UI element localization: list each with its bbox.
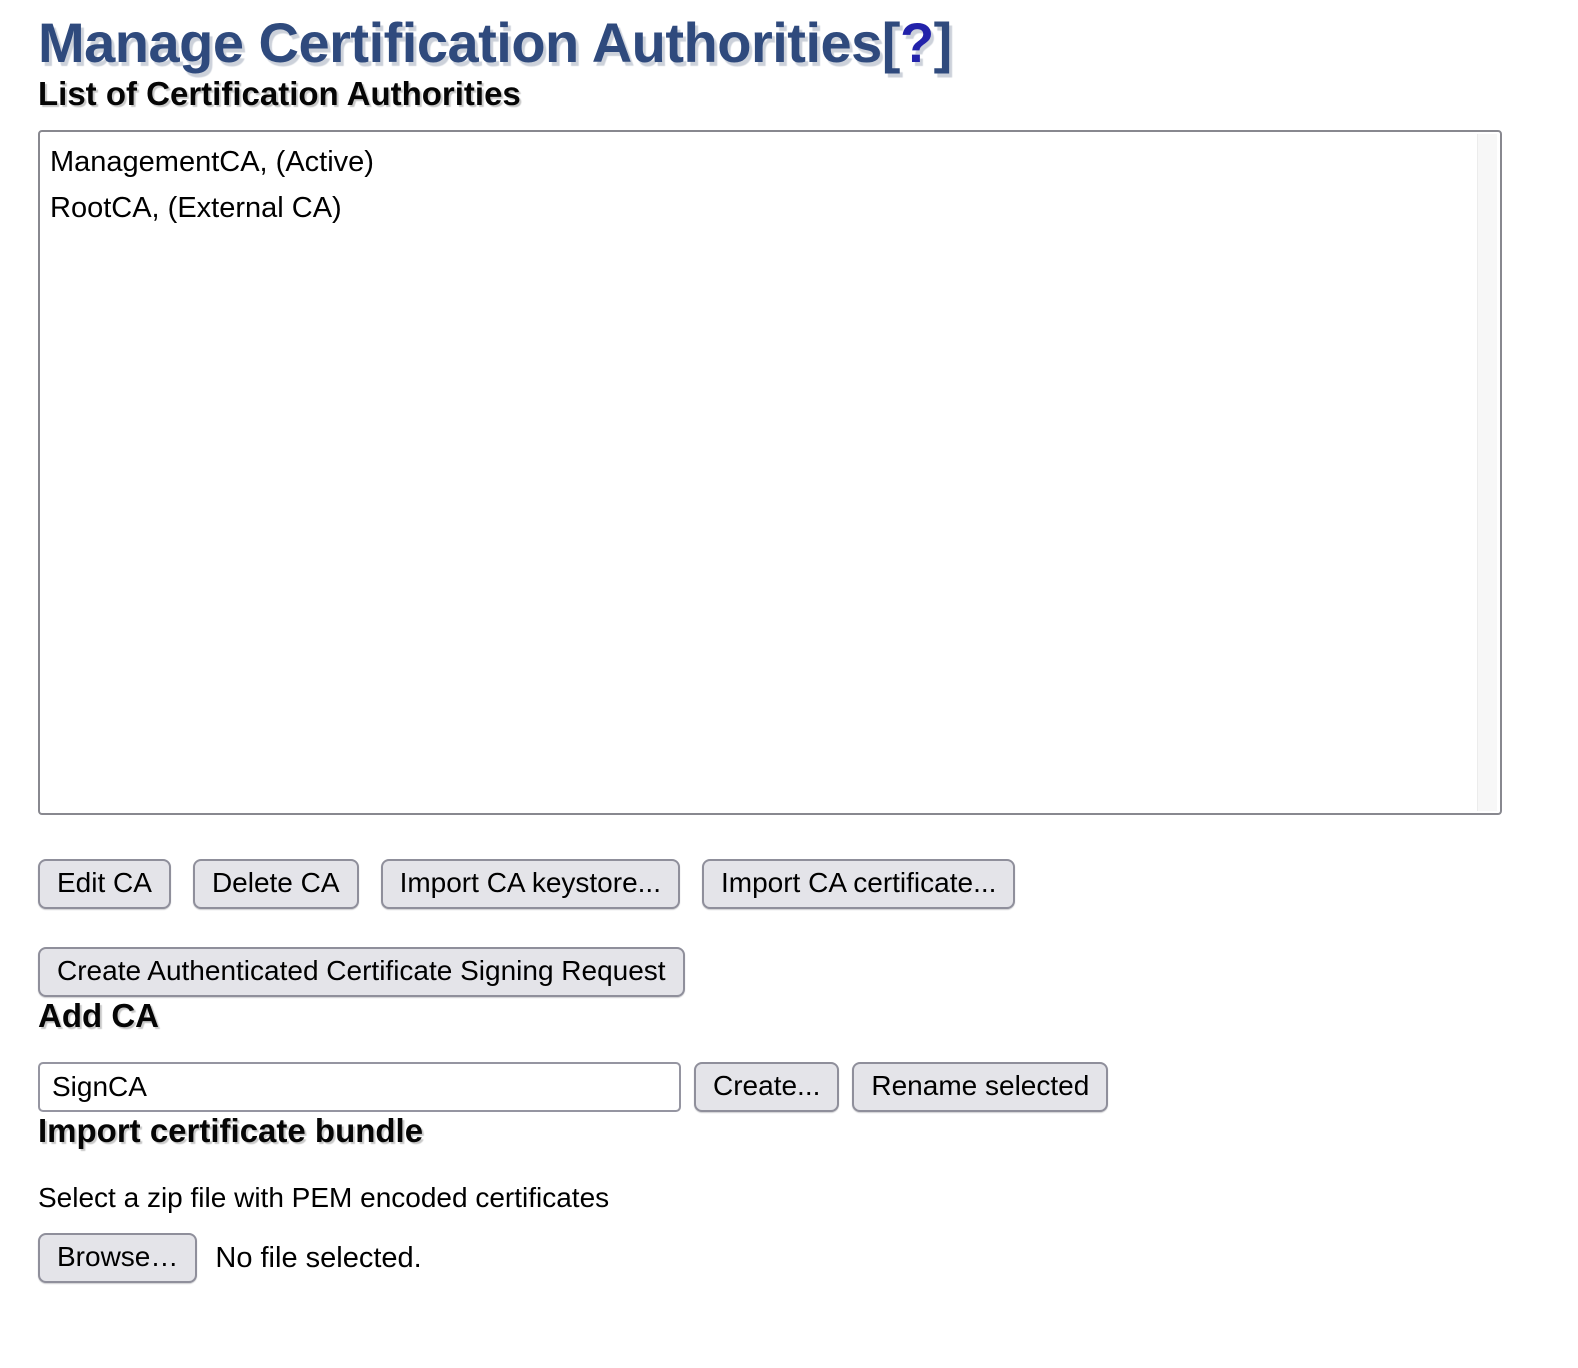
bundle-description: Select a zip file with PEM encoded certi… xyxy=(38,1181,1502,1215)
manage-ca-page: Manage Certification Authorities[?] List… xyxy=(0,0,1578,1368)
listbox-scrollbar-track[interactable] xyxy=(1477,134,1497,811)
help-open-bracket: [ xyxy=(882,11,900,74)
ca-listbox[interactable]: ManagementCA, (Active) RootCA, (External… xyxy=(38,130,1502,815)
create-csr-button[interactable]: Create Authenticated Certificate Signing… xyxy=(38,947,685,997)
bundle-file-row: Browse… No file selected. xyxy=(38,1233,1502,1283)
ca-action-buttons: Edit CA Delete CA Import CA keystore... … xyxy=(38,859,1502,909)
rename-selected-button[interactable]: Rename selected xyxy=(852,1062,1108,1112)
ca-option-rootca[interactable]: RootCA, (External CA) xyxy=(40,185,1470,231)
help-close-bracket: ] xyxy=(934,11,952,74)
help-link[interactable]: ? xyxy=(900,11,934,74)
import-ca-keystore-button[interactable]: Import CA keystore... xyxy=(381,859,680,909)
add-ca-heading: Add CA xyxy=(38,997,1502,1035)
page-title: Manage Certification Authorities[?] xyxy=(38,10,1502,75)
import-bundle-heading: Import certificate bundle xyxy=(38,1112,1502,1150)
page-title-text: Manage Certification Authorities xyxy=(38,11,882,74)
delete-ca-button[interactable]: Delete CA xyxy=(193,859,359,909)
add-ca-row: Create... Rename selected xyxy=(38,1062,1502,1112)
csr-row: Create Authenticated Certificate Signing… xyxy=(38,947,1502,997)
ca-name-input[interactable] xyxy=(38,1062,681,1112)
file-status-text: No file selected. xyxy=(215,1242,421,1275)
ca-option-managementca[interactable]: ManagementCA, (Active) xyxy=(40,139,1470,185)
ca-list-heading: List of Certification Authorities xyxy=(38,75,1502,113)
browse-button[interactable]: Browse… xyxy=(38,1233,197,1283)
import-ca-certificate-button[interactable]: Import CA certificate... xyxy=(702,859,1015,909)
create-ca-button[interactable]: Create... xyxy=(694,1062,839,1112)
edit-ca-button[interactable]: Edit CA xyxy=(38,859,171,909)
